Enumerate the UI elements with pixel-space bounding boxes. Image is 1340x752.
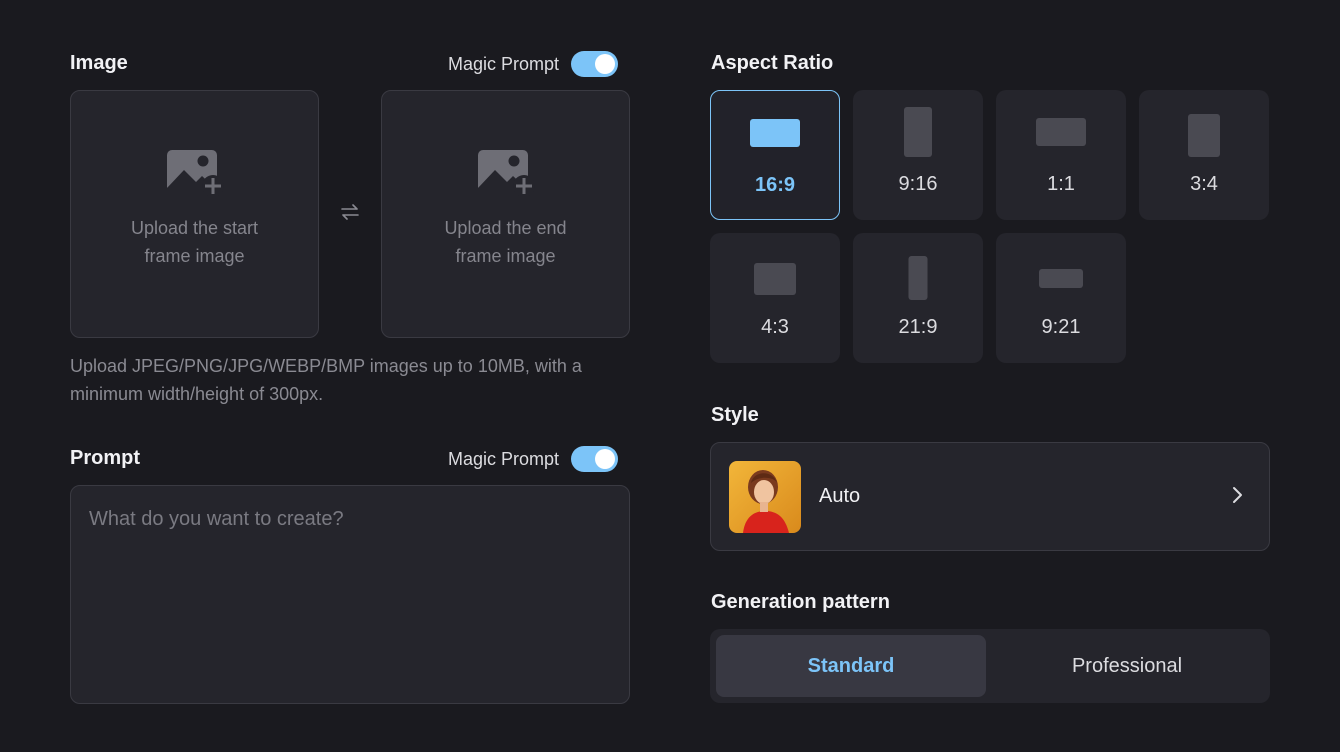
aspect-ratio-title: Aspect Ratio xyxy=(711,52,834,74)
ratio-label: 21:9 xyxy=(898,316,938,338)
end-frame-upload-text: Upload the end frame image xyxy=(444,218,567,266)
style-thumbnail xyxy=(729,461,801,533)
chevron-right-icon xyxy=(1233,487,1242,503)
style-title: Style xyxy=(711,404,759,426)
ratio-option-4-3[interactable]: 4:3 xyxy=(710,233,840,363)
ratio-option-9-16[interactable]: 9:16 xyxy=(853,90,983,220)
ratio-16-9-shape xyxy=(750,119,800,147)
ratio-label: 16:9 xyxy=(754,174,796,196)
toggle-knob xyxy=(595,54,616,74)
ratio-option-9-21[interactable]: 9:21 xyxy=(996,233,1126,363)
image-magic-prompt: Magic Prompt xyxy=(448,51,619,77)
prompt-field-container xyxy=(70,485,630,704)
image-add-icon xyxy=(166,150,224,196)
generation-pattern-selector: Standard Professional xyxy=(710,629,1270,703)
ratio-label: 9:16 xyxy=(898,173,938,195)
ratio-option-3-4[interactable]: 3:4 xyxy=(1139,90,1269,220)
ratio-1-1-shape xyxy=(1036,118,1086,146)
end-frame-upload[interactable]: Upload the end frame image xyxy=(381,90,630,338)
prompt-magic-prompt-label: Magic Prompt xyxy=(448,448,560,469)
start-frame-upload-text: Upload the start frame image xyxy=(130,218,259,266)
style-selector[interactable]: Auto xyxy=(710,442,1270,551)
start-frame-upload[interactable]: Upload the start frame image xyxy=(70,90,319,338)
prompt-magic-prompt-toggle[interactable] xyxy=(571,446,619,472)
generation-pattern-title: Generation pattern xyxy=(711,591,890,613)
prompt-section-title: Prompt xyxy=(70,447,140,469)
ratio-option-16-9[interactable]: 16:9 xyxy=(710,90,840,220)
ratio-label: 9:21 xyxy=(1041,316,1081,338)
image-magic-prompt-toggle[interactable] xyxy=(571,51,619,77)
ratio-4-3-shape xyxy=(754,263,796,295)
prompt-magic-prompt: Magic Prompt xyxy=(448,446,619,472)
ratio-option-1-1[interactable]: 1:1 xyxy=(996,90,1126,220)
prompt-input[interactable] xyxy=(71,486,629,703)
ratio-9-16-shape xyxy=(904,107,932,157)
image-section-title: Image xyxy=(70,52,128,74)
style-selected-label: Auto xyxy=(819,485,861,507)
ratio-option-21-9[interactable]: 21:9 xyxy=(853,233,983,363)
ratio-3-4-shape xyxy=(1188,114,1220,157)
ratio-21-9-shape xyxy=(908,256,928,300)
ratio-label: 4:3 xyxy=(761,316,789,338)
image-add-icon xyxy=(477,150,535,196)
image-magic-prompt-label: Magic Prompt xyxy=(448,53,560,74)
toggle-knob xyxy=(595,449,616,469)
upload-hint: Upload JPEG/PNG/JPG/WEBP/BMP images up t… xyxy=(70,356,582,404)
swap-icon[interactable] xyxy=(338,200,362,224)
ratio-9-21-shape xyxy=(1039,269,1083,288)
pattern-standard-button[interactable]: Standard xyxy=(716,635,986,697)
pattern-professional-button[interactable]: Professional xyxy=(992,635,1262,697)
ratio-label: 3:4 xyxy=(1190,173,1218,195)
ratio-label: 1:1 xyxy=(1047,173,1075,195)
